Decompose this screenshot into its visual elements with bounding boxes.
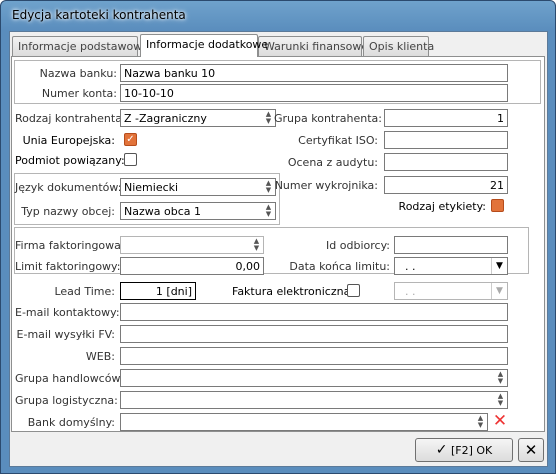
account-number-input[interactable]: 10-10-10 bbox=[120, 84, 508, 102]
recipient-id-input[interactable] bbox=[394, 236, 508, 254]
bank-name-label: Nazwa banku: bbox=[39, 67, 117, 80]
bank-name-input[interactable]: Nazwa banku 10 bbox=[120, 64, 508, 82]
dialog-footer: ✓ [F2] OK ✕ bbox=[11, 434, 545, 466]
contractor-type-select[interactable]: Z -Zagraniczny ▲ ▼ bbox=[120, 109, 276, 127]
document-language-label: Język dokumentów: bbox=[15, 181, 122, 194]
trade-group-label: Grupa handlowców: bbox=[15, 372, 124, 385]
e-invoice-label: Faktura elektroniczna: bbox=[232, 285, 355, 298]
contractor-group-label: Grupa kontrahenta: bbox=[274, 112, 382, 125]
spin-arrows-icon[interactable]: ▲ ▼ bbox=[495, 371, 506, 385]
logistics-group-select[interactable]: ▲ ▼ bbox=[120, 391, 508, 409]
iso-certificate-label: Certyfikat ISO: bbox=[298, 134, 378, 147]
recipient-id-label: Id odbiorcy: bbox=[326, 239, 390, 252]
close-button[interactable]: ✕ bbox=[518, 438, 544, 462]
close-icon: ✕ bbox=[524, 441, 538, 459]
contact-email-input[interactable] bbox=[120, 303, 508, 321]
limit-end-date-label: Data końca limitu: bbox=[289, 260, 390, 273]
contractor-group-input[interactable]: 1 bbox=[384, 109, 508, 127]
factoring-firm-select[interactable]: ▲ ▼ bbox=[120, 236, 264, 254]
label-type-color-box[interactable] bbox=[491, 199, 504, 212]
default-bank-label: Bank domyślny: bbox=[27, 416, 115, 429]
dialog-window: Edycja kartoteki kontrahenta Informacje … bbox=[0, 0, 556, 474]
invoice-email-label: E-mail wysyłki FV: bbox=[16, 328, 115, 341]
tab-basic-info[interactable]: Informacje podstawowe bbox=[12, 36, 149, 56]
foreign-name-type-value: Nazwa obca 1 bbox=[124, 205, 201, 218]
pattern-number-input[interactable]: 21 bbox=[384, 176, 508, 194]
default-bank-select[interactable]: ▲ ▼ bbox=[120, 413, 488, 431]
spin-arrows-icon[interactable]: ▲ ▼ bbox=[263, 180, 274, 194]
web-input[interactable] bbox=[120, 347, 508, 365]
tab-client-description[interactable]: Opis klienta bbox=[363, 36, 434, 56]
factoring-limit-label: Limit faktoringowy: bbox=[15, 260, 121, 273]
related-entity-checkbox[interactable] bbox=[124, 153, 137, 166]
lead-time-input[interactable]: 1 [dni] bbox=[120, 282, 196, 300]
pattern-number-label: Numer wykrojnika: bbox=[274, 179, 378, 192]
foreign-name-type-select[interactable]: Nazwa obca 1 ▲ ▼ bbox=[120, 202, 276, 220]
iso-certificate-input[interactable] bbox=[384, 131, 508, 149]
e-invoice-date-picker[interactable]: . . ▼ bbox=[394, 282, 508, 300]
invoice-email-input[interactable] bbox=[120, 325, 508, 343]
ok-button-label: [F2] OK bbox=[450, 444, 493, 457]
web-label: WEB: bbox=[85, 350, 115, 363]
eu-checkbox[interactable]: ✓ bbox=[124, 133, 137, 146]
ok-button[interactable]: ✓ [F2] OK bbox=[415, 438, 513, 462]
factoring-limit-input[interactable]: 0,00 bbox=[120, 257, 264, 275]
trade-group-select[interactable]: ▲ ▼ bbox=[120, 369, 508, 387]
contact-email-label: E-mail kontaktowy: bbox=[15, 306, 120, 319]
dialog-client: Informacje podstawowe Informacje dodatko… bbox=[9, 31, 548, 467]
tab-panel: Nazwa banku: Nazwa banku 10 Numer konta:… bbox=[11, 56, 545, 432]
related-entity-label: Podmiot powiązany: bbox=[15, 154, 125, 167]
foreign-name-type-label: Typ nazwy obcej: bbox=[21, 205, 115, 218]
contractor-type-label: Rodzaj kontrahenta: bbox=[15, 112, 126, 125]
e-invoice-checkbox[interactable] bbox=[347, 284, 360, 297]
tab-additional-info[interactable]: Informacje dodatkowe bbox=[140, 34, 268, 57]
clear-icon[interactable]: ✕ bbox=[491, 412, 509, 432]
audit-rating-label: Ocena z audytu: bbox=[287, 156, 378, 169]
spin-arrows-icon[interactable]: ▲ ▼ bbox=[263, 204, 274, 218]
limit-end-date-value: . . bbox=[405, 260, 416, 273]
check-icon: ✓ bbox=[435, 442, 448, 458]
eu-label: Unia Europejska: bbox=[22, 134, 115, 147]
limit-end-date-picker[interactable]: . . ▼ bbox=[394, 257, 508, 275]
contractor-type-value: Z -Zagraniczny bbox=[124, 112, 207, 125]
window-title: Edycja kartoteki kontrahenta bbox=[12, 8, 186, 22]
audit-rating-input[interactable] bbox=[384, 153, 508, 171]
tab-financial-terms[interactable]: Warunki finansowe bbox=[258, 36, 368, 56]
logistics-group-label: Grupa logistyczna: bbox=[15, 394, 118, 407]
spin-arrows-icon[interactable]: ▲ ▼ bbox=[251, 238, 262, 252]
label-type-label: Rodzaj etykiety: bbox=[398, 200, 486, 213]
spin-arrows-icon[interactable]: ▲ ▼ bbox=[475, 415, 486, 429]
document-language-select[interactable]: Niemiecki ▲ ▼ bbox=[120, 178, 276, 196]
spin-arrows-icon[interactable]: ▲ ▼ bbox=[263, 111, 274, 125]
chevron-down-icon[interactable]: ▼ bbox=[491, 283, 507, 299]
factoring-firm-label: Firma faktoringowa: bbox=[15, 239, 125, 252]
spin-arrows-icon[interactable]: ▲ ▼ bbox=[495, 393, 506, 407]
e-invoice-date-value: . . bbox=[405, 285, 416, 298]
document-language-value: Niemiecki bbox=[124, 181, 179, 194]
chevron-down-icon[interactable]: ▼ bbox=[491, 258, 507, 274]
lead-time-label: Lead Time: bbox=[54, 285, 115, 298]
account-number-label: Numer konta: bbox=[41, 87, 117, 100]
